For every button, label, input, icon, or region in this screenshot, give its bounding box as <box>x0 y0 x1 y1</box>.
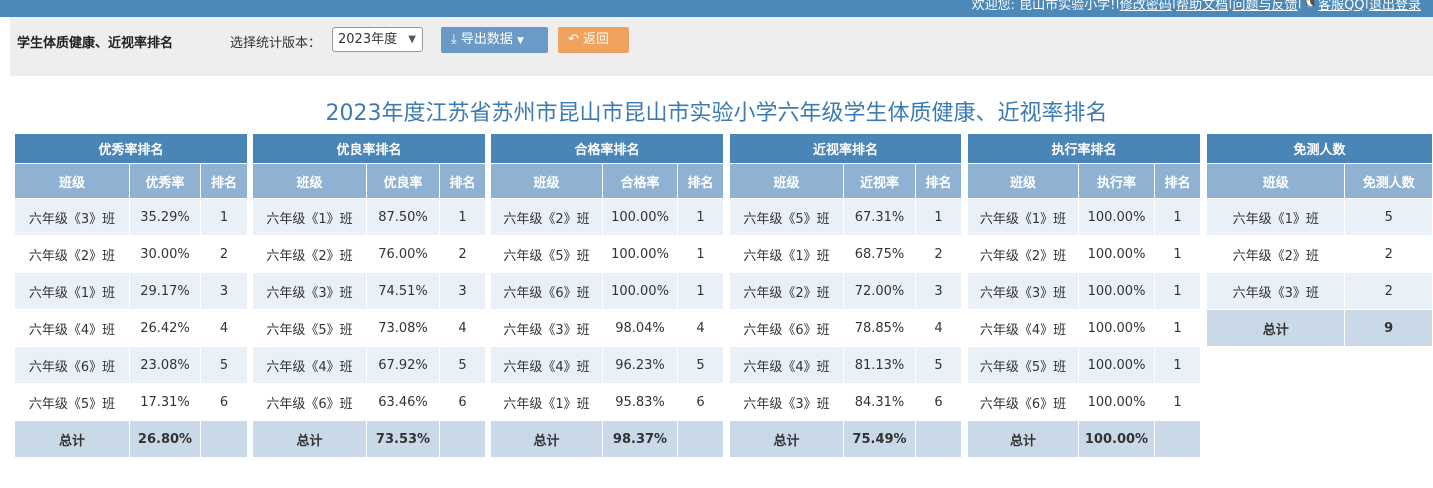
excellent-rank-table: 优秀率排名 班级 优秀率 排名 六年级《3》班 35.29% 1 六年级《2》班 30… <box>14 133 248 458</box>
total-row: 总计 98.37% <box>490 420 724 458</box>
col-header: 排名 <box>677 163 724 199</box>
table-row: 六年级《3》班 2 <box>1205 272 1433 310</box>
pass-rank-table: 合格率排名 班级 合格率 排名 六年级《2》班 100.00% 1 六年级《5》班 1… <box>490 133 724 458</box>
table-row: 六年级《5》班 73.08% 4 <box>252 309 486 347</box>
version-select[interactable]: 2023年度 ▼ <box>332 27 423 52</box>
top-bar: 欢迎您: 昆山市实验小学! | 修改密码 | 帮助文档 | 问题与反馈 | 🐧 … <box>0 0 1433 17</box>
table-row: 六年级《2》班 76.00% 2 <box>252 235 486 273</box>
table-row: 六年级《4》班 26.42% 4 <box>14 309 248 347</box>
table-group-header: 免测人数 <box>1206 133 1433 164</box>
main-title: 2023年度江苏省苏州市昆山市昆山市实验小学六年级学生体质健康、近视率排名 <box>325 101 1108 126</box>
myopia-rank-table: 近视率排名 班级 近视率 排名 六年级《5》班 67.31% 1 六年级《1》班 68… <box>729 133 962 458</box>
table-row: 六年级《3》班 98.04% 4 <box>490 309 724 347</box>
table-group-header: 优良率排名 <box>252 133 486 164</box>
table-row: 六年级《6》班 63.46% 6 <box>252 383 486 421</box>
table-row: 六年级《3》班 100.00% 1 <box>967 272 1201 310</box>
table-row: 六年级《4》班 100.00% 1 <box>967 309 1201 347</box>
table-group-header: 近视率排名 <box>729 133 962 164</box>
col-header: 排名 <box>200 163 248 199</box>
table-row: 六年级《2》班 72.00% 3 <box>729 272 962 310</box>
table-row: 六年级《1》班 5 <box>1205 198 1433 236</box>
table-row: 六年级《5》班 100.00% 1 <box>490 235 724 273</box>
col-header: 班级 <box>252 163 367 199</box>
col-header: 班级 <box>1205 163 1346 199</box>
qq-link[interactable]: 客服QQ <box>1318 0 1364 13</box>
table-row: 六年级《5》班 100.00% 1 <box>967 346 1201 384</box>
table-row: 六年级《2》班 100.00% 1 <box>490 198 724 236</box>
table-row: 六年级《4》班 67.92% 5 <box>252 346 486 384</box>
exempt-count-table: 免测人数 班级 免测人数 六年级《1》班 5 六年级《2》班 2 六年级《3》班 2 … <box>1205 133 1433 347</box>
table-row: 六年级《4》班 96.23% 5 <box>490 346 724 384</box>
col-header: 排名 <box>1154 163 1201 199</box>
col-header: 优良率 <box>366 163 440 199</box>
help-link[interactable]: 帮助文档 <box>1176 0 1228 13</box>
table-row: 六年级《4》班 81.13% 5 <box>729 346 962 384</box>
total-row: 总计 100.00% <box>967 420 1201 458</box>
execution-rank-table: 执行率排名 班级 执行率 排名 六年级《1》班 100.00% 1 六年级《2》班 1… <box>967 133 1201 458</box>
table-row: 六年级《6》班 100.00% 1 <box>967 383 1201 421</box>
col-header: 班级 <box>729 163 844 199</box>
caret-down-icon: ▼ <box>517 36 524 46</box>
back-arrow-icon: ↶ <box>568 32 579 47</box>
table-group-header: 合格率排名 <box>490 133 724 164</box>
table-row: 六年级《3》班 84.31% 6 <box>729 383 962 421</box>
table-row: 六年级《5》班 17.31% 6 <box>14 383 248 421</box>
col-header: 班级 <box>490 163 603 199</box>
table-row: 六年级《2》班 2 <box>1205 235 1433 273</box>
table-row: 六年级《5》班 67.31% 1 <box>729 198 962 236</box>
col-header: 免测人数 <box>1344 163 1433 199</box>
chevron-down-icon: ▼ <box>408 34 416 45</box>
table-row: 六年级《3》班 74.51% 3 <box>252 272 486 310</box>
table-row: 六年级《1》班 95.83% 6 <box>490 383 724 421</box>
logout-link[interactable]: 退出登录 <box>1369 0 1421 13</box>
toolbar: 学生体质健康、近视率排名 选择统计版本： 2023年度 ▼ ⤓ 导出数据 ▼ ↶… <box>10 17 1433 76</box>
feedback-link[interactable]: 问题与反馈 <box>1233 0 1298 13</box>
table-row: 六年级《2》班 100.00% 1 <box>967 235 1201 273</box>
qq-icon: 🐧 <box>1301 0 1319 9</box>
table-group-header: 优秀率排名 <box>14 133 248 164</box>
change-password-link[interactable]: 修改密码 <box>1120 0 1172 13</box>
version-value: 2023年度 <box>338 32 398 47</box>
total-row: 总计 73.53% <box>252 420 486 458</box>
version-label: 选择统计版本： <box>230 36 322 51</box>
export-button[interactable]: ⤓ 导出数据 ▼ <box>441 27 548 53</box>
col-header: 排名 <box>915 163 962 199</box>
table-group-header: 执行率排名 <box>967 133 1201 164</box>
col-header: 优秀率 <box>129 163 201 199</box>
col-header: 班级 <box>967 163 1079 199</box>
col-header: 合格率 <box>602 163 678 199</box>
col-header: 执行率 <box>1078 163 1155 199</box>
table-row: 六年级《3》班 35.29% 1 <box>14 198 248 236</box>
table-row: 六年级《1》班 87.50% 1 <box>252 198 486 236</box>
back-button[interactable]: ↶ 返回 <box>558 27 629 53</box>
top-links: 欢迎您: 昆山市实验小学! | 修改密码 | 帮助文档 | 问题与反馈 | 🐧 … <box>971 0 1421 13</box>
table-row: 六年级《6》班 23.08% 5 <box>14 346 248 384</box>
table-row: 六年级《6》班 78.85% 4 <box>729 309 962 347</box>
total-row: 总计 26.80% <box>14 420 248 458</box>
total-row: 总计 9 <box>1205 309 1433 347</box>
table-row: 六年级《1》班 68.75% 2 <box>729 235 962 273</box>
total-row: 总计 75.49% <box>729 420 962 458</box>
table-row: 六年级《6》班 100.00% 1 <box>490 272 724 310</box>
col-header: 班级 <box>14 163 130 199</box>
table-row: 六年级《2》班 30.00% 2 <box>14 235 248 273</box>
table-row: 六年级《1》班 29.17% 3 <box>14 272 248 310</box>
page-title: 学生体质健康、近视率排名 <box>17 36 174 51</box>
col-header: 近视率 <box>843 163 916 199</box>
welcome-text: 欢迎您: 昆山市实验小学! <box>971 0 1116 13</box>
col-header: 排名 <box>439 163 486 199</box>
good-rank-table: 优良率排名 班级 优良率 排名 六年级《1》班 87.50% 1 六年级《2》班 76… <box>252 133 486 458</box>
table-row: 六年级《1》班 100.00% 1 <box>967 198 1201 236</box>
download-icon: ⤓ <box>451 32 457 47</box>
